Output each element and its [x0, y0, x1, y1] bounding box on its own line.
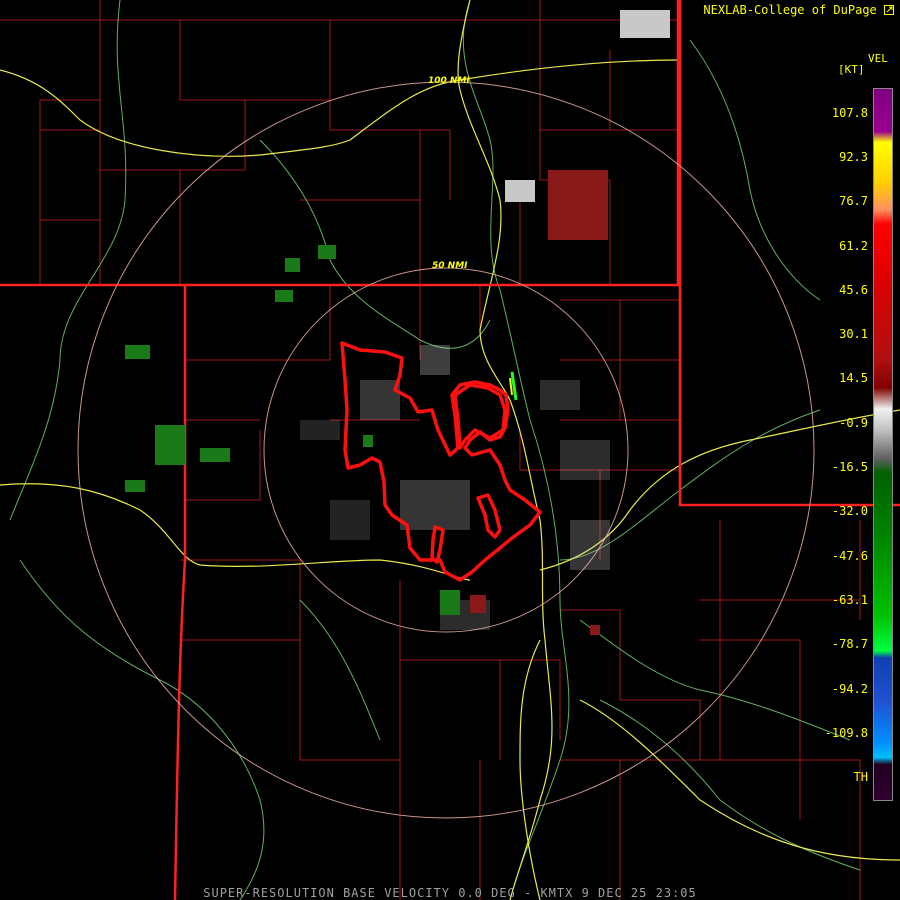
- legend-color-bar: [873, 88, 893, 801]
- legend-tick: -32.0: [831, 504, 868, 518]
- product-title: SUPER-RESOLUTION BASE VELOCITY 0.0 DEG -…: [203, 886, 697, 900]
- legend-tick: 92.3: [839, 150, 868, 164]
- legend-tick: 45.6: [839, 283, 868, 297]
- legend-tick: 30.1: [839, 327, 868, 341]
- radar-echo-bright-yellow: [509, 377, 513, 396]
- legend-tick: 76.7: [839, 194, 868, 208]
- legend-product: VEL: [868, 52, 888, 65]
- legend-tick: 61.2: [839, 239, 868, 253]
- radar-echo-bright: [510, 371, 518, 401]
- legend-tick: -0.9: [839, 416, 868, 430]
- radar-map: 50 NMI 100 NMI: [0, 0, 900, 900]
- legend-tick: -109.8: [824, 726, 868, 740]
- rivers: [9, 0, 861, 900]
- county-borders: [0, 0, 861, 900]
- legend-tick: 14.5: [839, 371, 868, 385]
- legend-unit: [KT]: [838, 63, 865, 76]
- credit-label: NEXLAB-College of DuPage: [703, 3, 894, 17]
- legend-tick: -94.2: [831, 682, 868, 696]
- legend-tick: -16.5: [831, 460, 868, 474]
- ring-label-50: 50 NMI: [432, 261, 468, 271]
- legend-tick: 107.8: [831, 106, 868, 120]
- external-link-icon[interactable]: [884, 5, 894, 15]
- legend-tick: -63.1: [831, 593, 868, 607]
- legend-tick: -78.7: [831, 637, 868, 651]
- legend-tick: -47.6: [831, 549, 868, 563]
- ring-label-100: 100 NMI: [428, 76, 470, 86]
- legend-tick: TH: [853, 770, 868, 784]
